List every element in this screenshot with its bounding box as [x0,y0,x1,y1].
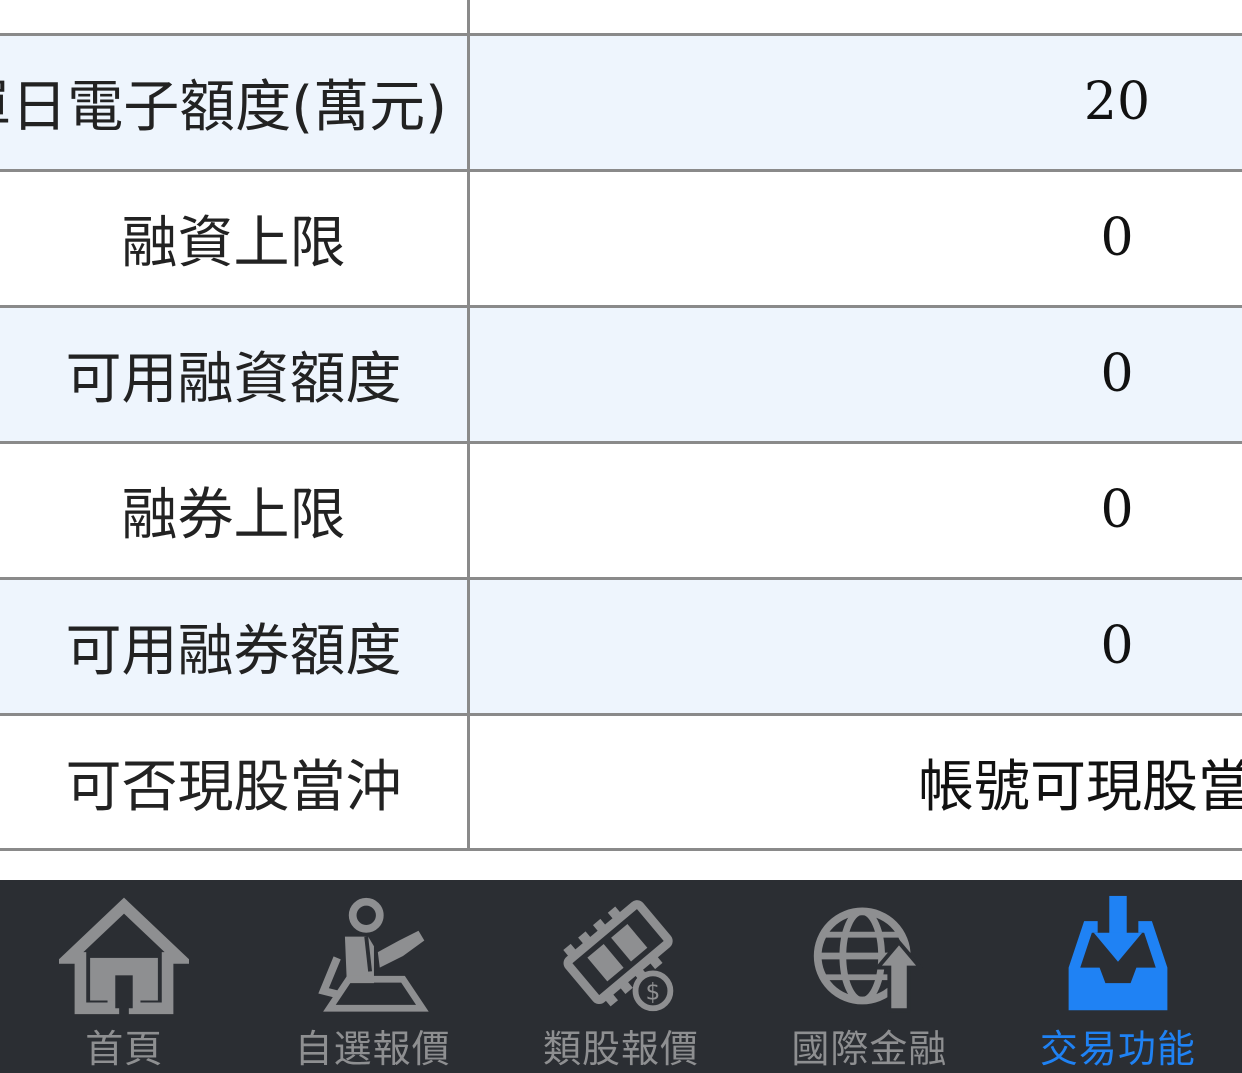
table-row: 融資上限 0 [0,170,1242,306]
home-icon [59,897,190,1015]
row-divider [0,577,1242,580]
row-divider [0,848,1242,851]
row-label: 單日電子額度(萬元) [0,74,447,140]
tab-label: 類股報價 [543,1027,700,1071]
person-desk-icon [317,897,429,1012]
svg-text:$: $ [646,979,661,1006]
row-divider [0,713,1242,716]
tab-home[interactable]: 首頁 [0,880,248,1073]
table-row: 融券上限 0 [0,442,1242,578]
table-row [0,0,1242,34]
tab-label: 交易功能 [1039,1027,1196,1071]
globe-up-icon [814,907,925,1013]
row-divider [0,305,1242,308]
table-row: 單日電子額度(萬元) 20 [0,34,1242,170]
tab-label: 國際金融 [791,1027,948,1071]
row-value: 20 [1083,72,1151,132]
row-value: 0 [1100,616,1134,676]
row-label [0,0,467,34]
row-value: 0 [1100,208,1134,268]
film-coin-icon: $ [563,900,674,1012]
row-label: 可否現股當沖 [65,754,402,820]
row-label: 融資上限 [121,210,346,276]
row-label: 融券上限 [121,482,346,548]
row-value [470,0,1242,34]
table-row: 可用融券額度 0 [0,578,1242,714]
row-divider [0,169,1242,172]
row-divider [0,33,1242,36]
row-value: 0 [1100,480,1134,540]
tab-label: 自選報價 [294,1027,451,1071]
download-tray-icon [1068,895,1168,1011]
tab-watchlist[interactable]: 自選報價 [248,880,496,1073]
account-info-table: 單日電子額度(萬元) 20 融資上限 0 可用融資額度 0 融券上限 0 可用融… [0,0,1242,880]
tab-label: 首頁 [85,1027,164,1071]
tab-international-finance[interactable]: 國際金融 [745,880,993,1073]
row-value: 0 [1100,344,1134,404]
tab-sector-quotes[interactable]: $ 類股報價 [497,880,745,1073]
column-divider [467,0,470,849]
table-row: 可用融資額度 0 [0,306,1242,442]
bottom-tab-bar: 首頁 自選報價 $ 類股報價 國際金融 交易功能 [0,880,1242,1073]
table-row: 可否現股當沖 帳號可現股當沖 [0,714,1242,850]
row-label: 可用融資額度 [65,346,402,412]
row-divider [0,441,1242,444]
row-label: 可用融券額度 [65,618,402,684]
tab-trading[interactable]: 交易功能 [994,880,1242,1073]
row-value: 帳號可現股當沖 [918,754,1242,820]
